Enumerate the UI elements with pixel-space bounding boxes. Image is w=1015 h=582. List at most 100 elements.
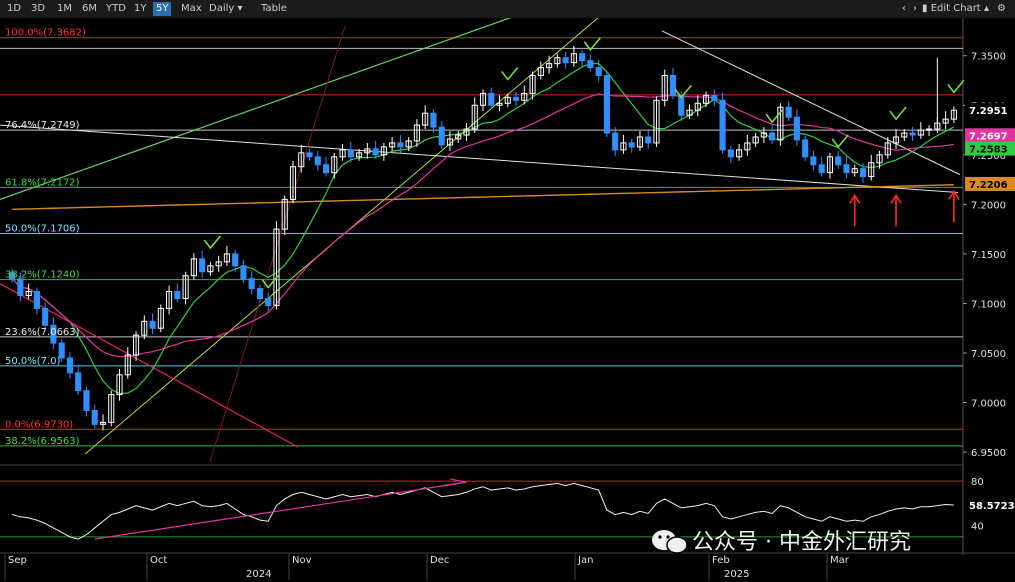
candle-body-70 — [587, 60, 594, 69]
range-5y-button[interactable]: 5Y — [153, 2, 172, 16]
fib-label-0: 100.0%(7.3682) — [5, 28, 86, 39]
x-month-5: Feb — [712, 555, 730, 566]
y-tick-label-1: 7.0000 — [971, 399, 1006, 410]
rsi-tick-0: 40 — [971, 522, 984, 533]
price-tag-3: 7.2206 — [969, 180, 1008, 191]
edit-chart-button[interactable]: ▮ Edit Chart — [922, 2, 981, 16]
candle-body-30 — [256, 288, 264, 300]
candle-body-92 — [769, 132, 776, 141]
range-max-button[interactable]: Max — [178, 2, 205, 16]
y-tick-label-2: 7.0500 — [971, 349, 1006, 360]
candle-body-8 — [75, 372, 82, 392]
candle-body-23 — [199, 258, 206, 273]
price-tag-2: 7.2583 — [969, 145, 1008, 156]
chart-toolbar: 1D 3D 1M 6M YTD 1Y 5Y Max Daily ▾ Table … — [0, 0, 1015, 19]
candle-body-94 — [785, 106, 792, 118]
candle-body-31 — [265, 298, 272, 306]
rsi-last-tag: 58.5723 — [969, 501, 1015, 512]
x-year-0: 2024 — [246, 569, 271, 580]
candle-body-1 — [17, 278, 24, 297]
candle-body-103 — [859, 168, 867, 178]
fib-label-2: 61.8%(7.2172) — [5, 177, 80, 188]
interval-label: Daily — [209, 3, 235, 14]
fib-label-1: 76.4%(7.2749) — [5, 120, 80, 131]
candle-body-86 — [719, 99, 726, 151]
candle-body-111 — [926, 128, 933, 131]
fib-label-4: 38.2%(7.1240) — [5, 270, 80, 281]
price-tag-1: 7.2697 — [969, 131, 1008, 142]
candle-body-95 — [793, 116, 800, 141]
fib-label-3: 50.0%(7.1706) — [5, 223, 80, 234]
candle-body-38 — [322, 164, 330, 174]
candle-body-98 — [818, 164, 825, 174]
candle-body-69 — [579, 53, 586, 62]
candle-body-3 — [33, 291, 40, 309]
candle-body-51 — [430, 112, 437, 128]
watermark-text: 公众号 · 中金外汇研究 — [692, 530, 911, 555]
price-tag-0: 7.2951 — [969, 106, 1008, 117]
x-month-2: Nov — [292, 555, 312, 566]
candle-body-100 — [835, 156, 842, 166]
fib-label-6: 0.0%(6.9730) — [5, 419, 73, 430]
x-month-1: Oct — [150, 555, 167, 566]
candle-body-20 — [174, 291, 181, 299]
range-1y-button[interactable]: 1Y — [131, 2, 149, 16]
candle-body-71 — [595, 67, 602, 77]
x-month-0: Sep — [8, 555, 27, 566]
range-1d-button[interactable]: 1D — [4, 2, 24, 16]
candle-body-10 — [91, 409, 98, 425]
gear-icon[interactable]: ⚙ — [997, 2, 1006, 16]
candle-body-37 — [314, 156, 321, 166]
range-1m-button[interactable]: 1M — [54, 2, 75, 16]
candle-body-109 — [909, 132, 916, 136]
bar-chart-icon: ▮ — [922, 3, 928, 14]
candle-body-29 — [248, 278, 255, 290]
candle-body-80 — [669, 75, 677, 96]
range-ytd-button[interactable]: YTD — [103, 2, 129, 16]
candle-body-75 — [628, 142, 635, 148]
fib-label-8: 50.0%(7.0) — [5, 356, 61, 367]
chevron-left-icon[interactable]: ‹ — [902, 2, 906, 16]
interval-select[interactable]: Daily ▾ — [206, 2, 246, 16]
y-tick-label-5: 7.2000 — [971, 200, 1006, 211]
range-3d-button[interactable]: 3D — [28, 2, 48, 16]
candle-body-36 — [306, 152, 313, 158]
candle-body-41 — [347, 149, 354, 158]
arrow-up-icon[interactable]: ▴ — [984, 2, 989, 16]
y-tick-label-4: 7.1500 — [971, 250, 1006, 261]
candle-body-7 — [66, 357, 74, 374]
candle-body-9 — [83, 390, 90, 411]
candle-body-101 — [843, 164, 850, 174]
price-tags: 7.2951 7.2697 7.2583 7.2206 — [965, 103, 1015, 191]
y-tick-label-0: 6.9500 — [971, 448, 1006, 459]
candle-body-73 — [612, 132, 619, 151]
candle-body-44 — [372, 148, 379, 156]
candle-body-61 — [512, 96, 520, 101]
candle-body-27 — [232, 253, 239, 267]
fib-label-5: 23.6%(7.0663) — [5, 327, 80, 338]
table-button[interactable]: Table — [258, 2, 290, 16]
candle-body-72 — [603, 75, 610, 134]
candle-body-17 — [149, 320, 156, 329]
x-month-4: Jan — [577, 555, 593, 566]
chevron-down-icon: ▾ — [237, 3, 243, 14]
candle-body-67 — [562, 57, 569, 64]
fib-label-7: 38.2%(6.9563) — [5, 436, 80, 447]
candle-body-4 — [42, 307, 49, 326]
y-tick-label-8: 7.3500 — [971, 52, 1006, 63]
x-year-1: 2025 — [724, 569, 749, 580]
chevron-right-icon[interactable]: › — [913, 2, 917, 16]
price-chart: 100.0%(7.3682) 76.4%(7.2749) 61.8%(7.2172)… — [0, 18, 1015, 582]
candle-body-87 — [727, 149, 734, 158]
candle-body-58 — [488, 92, 495, 106]
y-tick-label-3: 7.1000 — [971, 299, 1006, 310]
candle-body-77 — [645, 136, 652, 144]
edit-chart-label: Edit Chart — [930, 3, 981, 14]
rsi-tick-1: 80 — [971, 477, 984, 488]
range-6m-button[interactable]: 6M — [79, 2, 100, 16]
candle-body-97 — [810, 156, 817, 166]
x-month-3: Dec — [430, 555, 449, 566]
candle-body-28 — [240, 265, 247, 280]
candle-body-47 — [397, 142, 404, 148]
candle-body-96 — [802, 139, 809, 158]
